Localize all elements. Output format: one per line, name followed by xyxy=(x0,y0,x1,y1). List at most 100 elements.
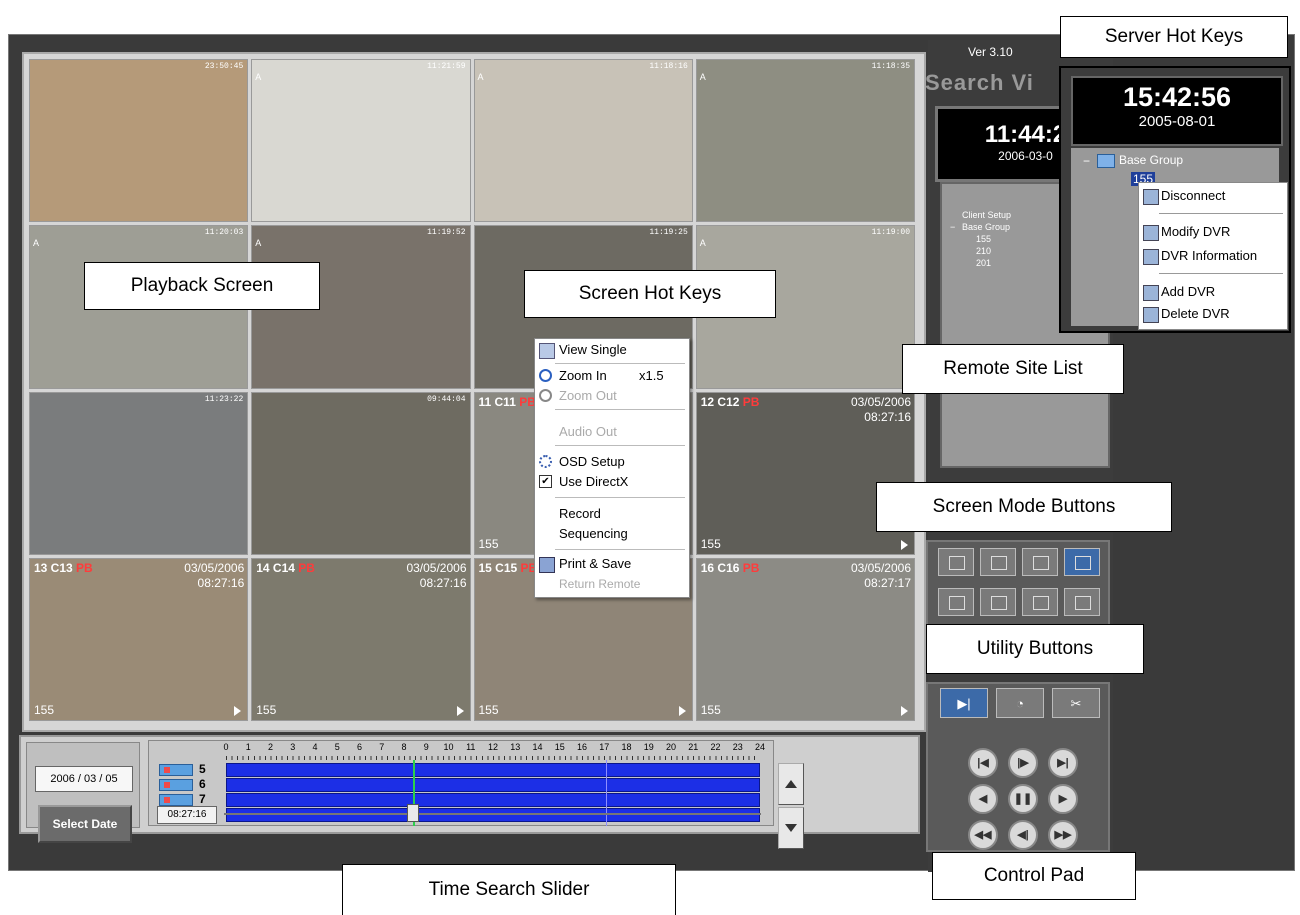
select-date-button[interactable]: Select Date xyxy=(38,805,132,843)
camera-label: 13 C13 PB xyxy=(34,561,93,575)
mode-6-button[interactable] xyxy=(938,588,974,616)
camera-label: 11 C11 PB xyxy=(479,395,536,409)
tree-site-155[interactable]: 155 xyxy=(976,234,991,244)
camera-tile[interactable]: 23:50:45 xyxy=(29,59,249,223)
play-arrow-icon[interactable] xyxy=(901,539,908,550)
recording-bar-7[interactable] xyxy=(226,793,760,807)
camera-timestamp: 09:44:04 xyxy=(427,394,466,404)
modify-dvr-icon xyxy=(1143,225,1159,241)
camera-site-number: 155 xyxy=(700,703,721,717)
callout-utility-buttons: Utility Buttons xyxy=(926,624,1144,674)
camera-icon xyxy=(159,794,193,806)
mode-10-button[interactable] xyxy=(1022,588,1058,616)
playback-mode-button[interactable]: ▶| xyxy=(940,688,988,718)
tree-site-201[interactable]: 201 xyxy=(976,258,991,268)
reverse-play-button[interactable]: ◀ xyxy=(968,784,998,814)
hour-label: 17 xyxy=(599,742,610,752)
play-button[interactable]: ▶ xyxy=(1048,784,1078,814)
play-arrow-icon[interactable] xyxy=(678,706,686,716)
hour-label: 19 xyxy=(643,742,654,752)
play-arrow-icon[interactable] xyxy=(234,706,242,716)
mode-8-button[interactable] xyxy=(980,588,1016,616)
step-back-button[interactable]: ◀| xyxy=(1008,820,1038,850)
camera-tile[interactable]: 16 C16 PB 03/05/2006 08:27:17 155 xyxy=(695,557,915,721)
camera-timestamp: 11:18:16 xyxy=(649,62,688,71)
menu-dvr-information[interactable]: DVR Information xyxy=(1139,245,1287,267)
menu-label: Sequencing xyxy=(559,526,628,541)
camera-tile[interactable]: 13 C13 PB 03/05/2006 08:27:16 155 xyxy=(29,557,249,721)
disconnect-icon xyxy=(1143,189,1159,205)
hour-label: 3 xyxy=(290,742,296,752)
hour-label: 4 xyxy=(312,742,318,752)
callout-screen-mode-buttons: Screen Mode Buttons xyxy=(876,482,1172,532)
menu-modify-dvr[interactable]: Modify DVR xyxy=(1139,221,1287,243)
mode-3x3-button[interactable] xyxy=(1022,548,1058,576)
play-arrow-icon[interactable] xyxy=(901,706,908,716)
menu-delete-dvr[interactable]: Delete DVR xyxy=(1139,303,1287,325)
camera-timestamp: 11:20:03 xyxy=(204,228,244,238)
camera-timestamp: 11:19:00 xyxy=(871,228,910,238)
recording-bar-6[interactable] xyxy=(226,778,760,792)
menu-disconnect[interactable]: Disconnect xyxy=(1139,185,1287,207)
camera-tile[interactable]: 11:18:16 A xyxy=(473,59,693,223)
scroll-down-button[interactable] xyxy=(778,807,804,849)
menu-separator xyxy=(555,409,685,410)
camera-tile[interactable]: 09:44:04 xyxy=(251,391,471,555)
menu-osd-setup[interactable]: OSD Setup xyxy=(535,451,689,473)
menu-add-dvr[interactable]: Add DVR xyxy=(1139,281,1287,303)
tree-client-setup[interactable]: Client Setup xyxy=(962,210,1011,220)
skip-end-button[interactable]: ▶| xyxy=(1048,748,1078,778)
camera-tile[interactable]: 11:21:59 A xyxy=(251,59,471,223)
menu-record[interactable]: Record xyxy=(535,503,689,525)
camera-datetime: 03/05/200608:27:16 xyxy=(851,395,911,425)
reverse-icon: ◀ xyxy=(978,793,988,805)
camera-label: 14 C14 PB xyxy=(256,561,315,575)
record-utility-button[interactable]: ◔ xyxy=(996,688,1044,718)
view-single-icon xyxy=(539,343,555,359)
time-search-slider-thumb[interactable] xyxy=(407,804,420,822)
menu-audio-out[interactable]: Audio Out xyxy=(535,421,689,443)
tree-collapse-icon[interactable]: − xyxy=(1083,154,1090,168)
recording-bar-5[interactable] xyxy=(226,763,760,777)
callout-server-hot-keys: Server Hot Keys xyxy=(1060,16,1288,58)
camera-time: 08:27:16 xyxy=(864,409,911,424)
step-forward-button[interactable]: |▶ xyxy=(1008,748,1038,778)
fast-forward-icon: ▶▶ xyxy=(1054,829,1072,841)
tree-site-210[interactable]: 210 xyxy=(976,246,991,256)
menu-sequencing[interactable]: Sequencing xyxy=(535,523,689,545)
menu-return-remote[interactable]: Return Remote xyxy=(535,573,689,595)
cut-utility-button[interactable]: ✂ xyxy=(1052,688,1100,718)
menu-zoom-in[interactable]: Zoom In x1.5 xyxy=(535,365,689,387)
menu-label: View Single xyxy=(559,342,627,357)
fast-forward-button[interactable]: ▶▶ xyxy=(1048,820,1078,850)
menu-view-single[interactable]: View Single xyxy=(535,339,689,361)
server-tree-base-group[interactable]: Base Group xyxy=(1119,153,1183,167)
menu-separator xyxy=(1159,213,1283,214)
camera-time: 08:27:17 xyxy=(864,575,911,590)
layout-1-icon xyxy=(949,556,965,570)
menu-use-directx[interactable]: ✔ Use DirectX xyxy=(535,471,689,493)
menu-zoom-out[interactable]: Zoom Out xyxy=(535,385,689,407)
menu-print-save[interactable]: Print & Save xyxy=(535,553,689,575)
time-search-slider-track[interactable] xyxy=(224,813,761,815)
camera-date: 03/05/2006 xyxy=(184,560,245,575)
tree-collapse-icon[interactable]: − xyxy=(950,222,955,232)
mode-2x2-button[interactable] xyxy=(980,548,1016,576)
hour-label: 20 xyxy=(665,742,677,752)
recording-bar-8[interactable] xyxy=(226,808,760,822)
camera-tile[interactable]: 14 C14 PB 03/05/2006 08:27:16 155 xyxy=(251,557,471,721)
rewind-icon: ◀◀ xyxy=(974,829,992,841)
skip-start-button[interactable]: |◀ xyxy=(968,748,998,778)
mode-1x1-button[interactable] xyxy=(938,548,974,576)
fast-reverse-button[interactable]: ◀◀ xyxy=(968,820,998,850)
tree-base-group[interactable]: Base Group xyxy=(962,222,1010,232)
scroll-up-button[interactable] xyxy=(778,763,804,805)
camera-tile[interactable]: 11:23:22 xyxy=(29,391,249,555)
folder-icon xyxy=(1097,154,1115,168)
mode-13-button[interactable] xyxy=(1064,588,1100,616)
camera-site-number: 155 xyxy=(478,703,499,717)
camera-tile[interactable]: 11:18:35 A xyxy=(695,59,915,223)
pause-button[interactable]: ❚❚ xyxy=(1008,784,1038,814)
mode-4x4-button[interactable] xyxy=(1064,548,1100,576)
play-arrow-icon[interactable] xyxy=(456,706,464,716)
